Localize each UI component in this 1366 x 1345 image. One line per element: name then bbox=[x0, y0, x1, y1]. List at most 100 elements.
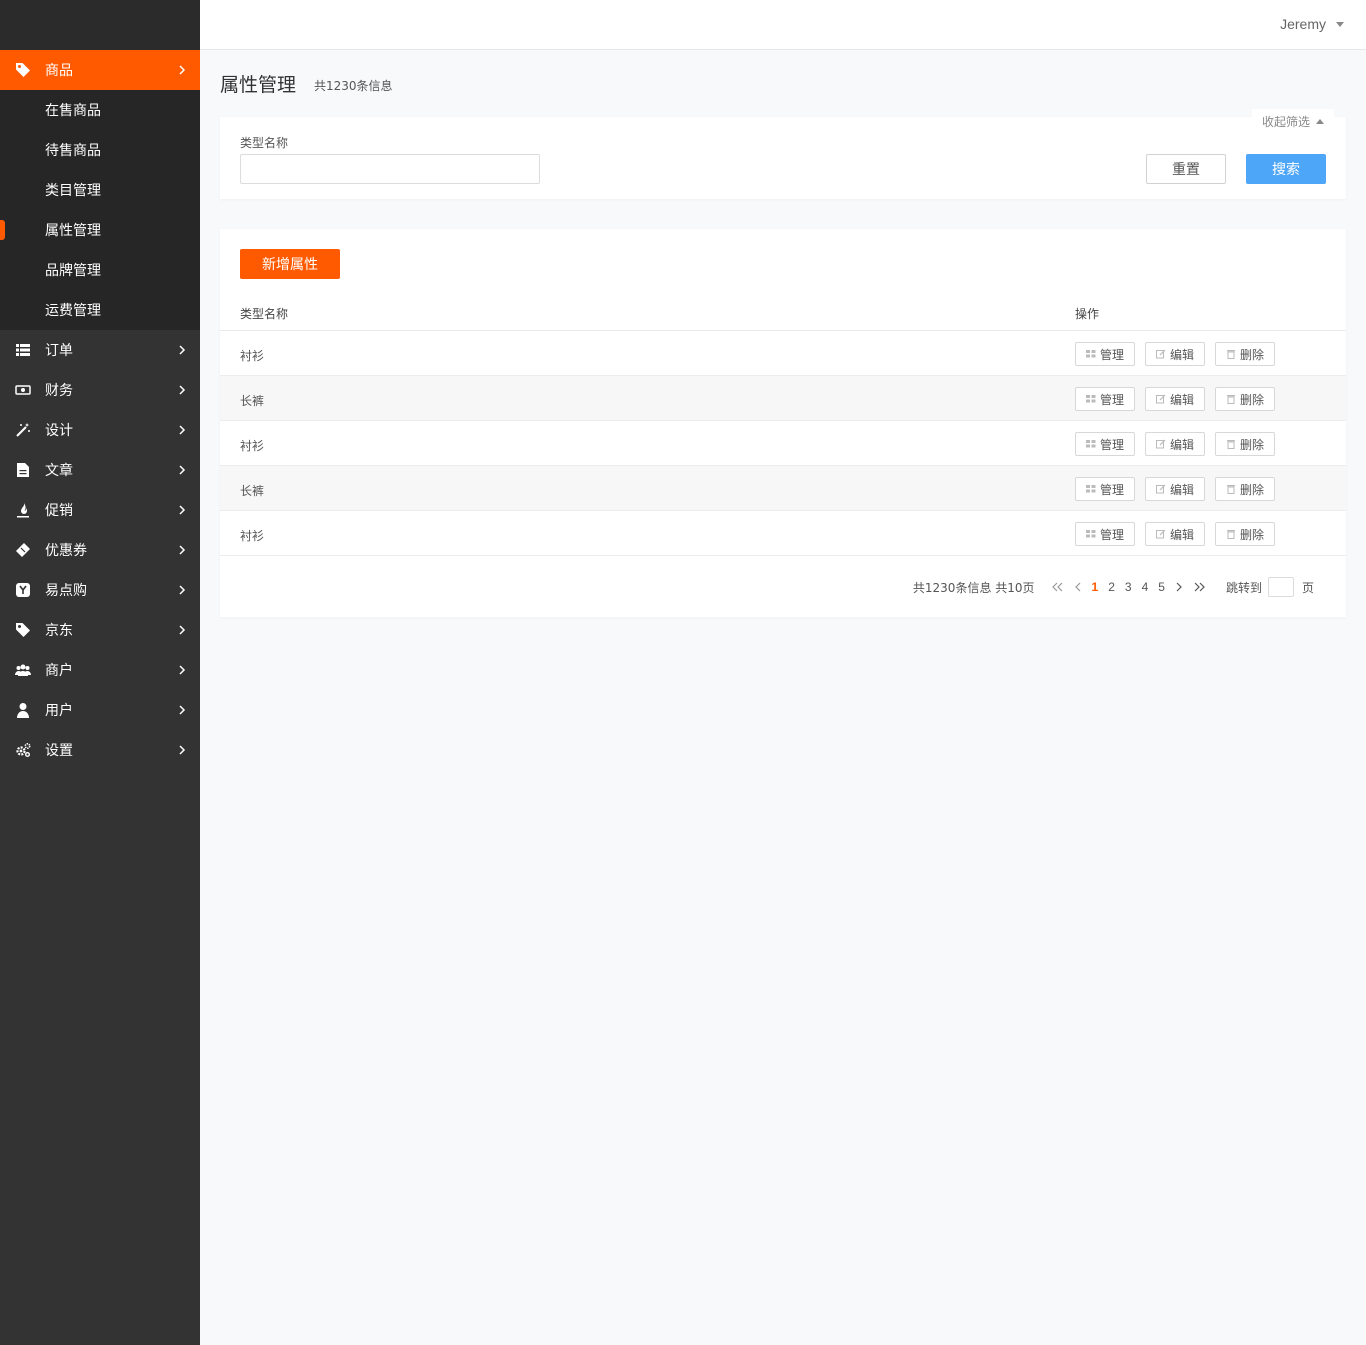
delete-button[interactable]: 删除 bbox=[1215, 522, 1275, 546]
column-header-type-name: 类型名称 bbox=[240, 307, 289, 321]
pagination-info: 共1230条信息 共10页 bbox=[912, 580, 1035, 595]
sidebar-item-jd[interactable]: 京东 bbox=[0, 610, 200, 650]
action-label: 管理 bbox=[1099, 392, 1124, 407]
trash-icon bbox=[1226, 484, 1236, 494]
edit-button[interactable]: 编辑 bbox=[1145, 387, 1205, 411]
delete-button[interactable]: 删除 bbox=[1215, 387, 1275, 411]
main-content: 属性管理 共1230条信息 收起筛选 类型名称 重置 搜索 新增属性 类型名称 … bbox=[220, 50, 1346, 617]
chevron-right-icon bbox=[179, 385, 186, 395]
type-name-input[interactable] bbox=[240, 154, 540, 184]
edit-icon bbox=[1155, 484, 1166, 494]
page-number[interactable]: 1 bbox=[1092, 580, 1099, 594]
manage-button[interactable]: 管理 bbox=[1075, 342, 1135, 366]
sidebar-item-yidiangou[interactable]: 易点购 bbox=[0, 570, 200, 610]
sidebar-item-design[interactable]: 设计 bbox=[0, 410, 200, 450]
table-row: 长裤 管理 编辑 删除 bbox=[220, 376, 1346, 421]
trash-icon bbox=[1226, 394, 1236, 404]
action-label: 删除 bbox=[1239, 482, 1264, 497]
sidebar-item-finance[interactable]: 财务 bbox=[0, 370, 200, 410]
sidebar-logo-area bbox=[0, 0, 200, 50]
action-label: 编辑 bbox=[1169, 392, 1194, 407]
edit-icon bbox=[1155, 349, 1166, 359]
filter-panel: 收起筛选 类型名称 重置 搜索 bbox=[220, 109, 1346, 199]
trash-icon bbox=[1226, 529, 1236, 539]
edit-button[interactable]: 编辑 bbox=[1145, 342, 1205, 366]
money-icon bbox=[15, 382, 31, 398]
action-label: 管理 bbox=[1099, 437, 1124, 452]
page-number[interactable]: 4 bbox=[1142, 580, 1149, 594]
type-name-cell: 长裤 bbox=[240, 394, 265, 408]
jump-page-input[interactable] bbox=[1267, 577, 1294, 597]
edit-button[interactable]: 编辑 bbox=[1145, 522, 1205, 546]
sidebar-subitem-on-sale[interactable]: 在售商品 bbox=[0, 90, 200, 130]
sidebar-item-coupons[interactable]: 优惠券 bbox=[0, 530, 200, 570]
sidebar-subitem-label: 运费管理 bbox=[45, 303, 101, 319]
first-page-icon[interactable] bbox=[1051, 582, 1064, 592]
action-label: 管理 bbox=[1099, 527, 1124, 542]
sidebar-subitem-label: 品牌管理 bbox=[45, 263, 101, 279]
sidebar-item-goods[interactable]: 商品 bbox=[0, 50, 200, 90]
type-name-cell: 长裤 bbox=[240, 484, 265, 498]
chevron-right-icon bbox=[179, 425, 186, 435]
sidebar-item-articles[interactable]: 文章 bbox=[0, 450, 200, 490]
manage-button[interactable]: 管理 bbox=[1075, 387, 1135, 411]
tag-icon bbox=[15, 622, 31, 638]
page-suffix-label: 页 bbox=[1301, 580, 1314, 595]
delete-button[interactable]: 删除 bbox=[1215, 432, 1275, 456]
chevron-right-icon bbox=[179, 65, 186, 75]
table-row: 长裤 管理 编辑 删除 bbox=[220, 466, 1346, 511]
chevron-right-icon bbox=[179, 745, 186, 755]
page-number[interactable]: 5 bbox=[1158, 580, 1165, 594]
sidebar: 商品 在售商品 待售商品 类目管理 属性管理 品牌管理 运费管理 订单 财务 设… bbox=[0, 0, 200, 1345]
sidebar-subitem-shipping[interactable]: 运费管理 bbox=[0, 290, 200, 330]
sidebar-item-orders[interactable]: 订单 bbox=[0, 330, 200, 370]
prev-page-icon[interactable] bbox=[1074, 582, 1082, 592]
delete-button[interactable]: 删除 bbox=[1215, 342, 1275, 366]
chevron-right-icon bbox=[179, 625, 186, 635]
caret-up-icon bbox=[1316, 118, 1324, 124]
grid-icon bbox=[1085, 349, 1096, 359]
page-number[interactable]: 2 bbox=[1108, 580, 1115, 594]
document-icon bbox=[15, 462, 31, 478]
sidebar-subitem-attributes[interactable]: 属性管理 bbox=[0, 210, 200, 250]
fire-icon bbox=[15, 502, 31, 518]
page-number[interactable]: 3 bbox=[1125, 580, 1132, 594]
sidebar-item-users[interactable]: 用户 bbox=[0, 690, 200, 730]
manage-button[interactable]: 管理 bbox=[1075, 477, 1135, 501]
action-label: 编辑 bbox=[1169, 482, 1194, 497]
sidebar-item-settings[interactable]: 设置 bbox=[0, 730, 200, 770]
chevron-right-icon bbox=[179, 545, 186, 555]
sidebar-subitem-label: 类目管理 bbox=[45, 183, 101, 199]
action-label: 删除 bbox=[1239, 392, 1264, 407]
grid-icon bbox=[1085, 394, 1096, 404]
pagination: 共1230条信息 共10页 1 2 3 4 5 跳转到 页 bbox=[912, 577, 1314, 597]
manage-button[interactable]: 管理 bbox=[1075, 522, 1135, 546]
user-icon bbox=[15, 702, 31, 718]
grid-icon bbox=[1085, 439, 1096, 449]
chevron-right-icon bbox=[179, 585, 186, 595]
sidebar-subitem-category[interactable]: 类目管理 bbox=[0, 170, 200, 210]
collapse-filter-toggle[interactable]: 收起筛选 bbox=[1251, 109, 1334, 133]
sidebar-item-promotion[interactable]: 促销 bbox=[0, 490, 200, 530]
sidebar-item-merchants[interactable]: 商户 bbox=[0, 650, 200, 690]
edit-icon bbox=[1155, 394, 1166, 404]
add-attribute-button[interactable]: 新增属性 bbox=[240, 249, 340, 279]
sidebar-subitem-pending[interactable]: 待售商品 bbox=[0, 130, 200, 170]
edit-button[interactable]: 编辑 bbox=[1145, 477, 1205, 501]
manage-button[interactable]: 管理 bbox=[1075, 432, 1135, 456]
table-row: 衬衫 管理 编辑 删除 bbox=[220, 511, 1346, 556]
magic-wand-icon bbox=[15, 422, 31, 438]
search-button[interactable]: 搜索 bbox=[1246, 154, 1326, 184]
next-page-icon[interactable] bbox=[1175, 582, 1183, 592]
edit-icon bbox=[1155, 529, 1166, 539]
record-count: 共1230条信息 bbox=[314, 79, 393, 93]
edit-button[interactable]: 编辑 bbox=[1145, 432, 1205, 456]
delete-button[interactable]: 删除 bbox=[1215, 477, 1275, 501]
action-label: 编辑 bbox=[1169, 527, 1194, 542]
user-menu[interactable]: Jeremy bbox=[1280, 16, 1344, 32]
type-name-cell: 衬衫 bbox=[240, 349, 265, 363]
action-label: 删除 bbox=[1239, 437, 1264, 452]
sidebar-subitem-brand[interactable]: 品牌管理 bbox=[0, 250, 200, 290]
reset-button[interactable]: 重置 bbox=[1146, 154, 1226, 184]
last-page-icon[interactable] bbox=[1193, 582, 1205, 592]
